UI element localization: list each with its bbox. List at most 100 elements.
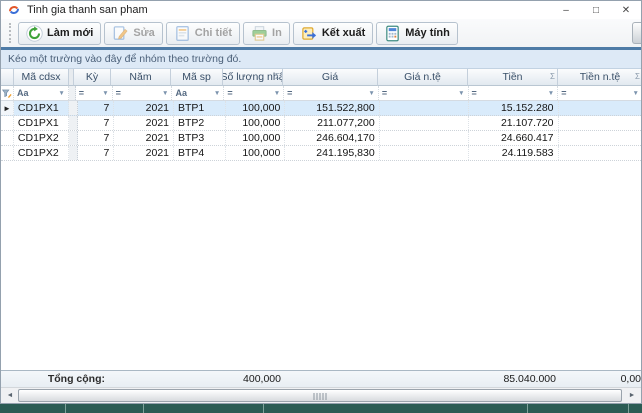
table-row[interactable]: CD1PX1 7 2021 BTP2 100,000 211.077,200 2…	[1, 116, 642, 131]
cell-tien-nte[interactable]	[559, 101, 642, 115]
cell-ky[interactable]: 7	[78, 116, 115, 130]
cell-gia[interactable]: 241.195,830	[285, 146, 379, 160]
filter-cell-so-luong[interactable]: = ▼	[224, 86, 284, 100]
cell-ma-sp[interactable]: BTP3	[174, 131, 226, 145]
column-header-nam[interactable]: Năm	[111, 69, 171, 86]
cell-so-luong[interactable]: 100,000	[226, 146, 286, 160]
print-button-label: In	[272, 27, 282, 39]
table-row[interactable]: CD1PX2 7 2021 BTP4 100,000 241.195,830 2…	[1, 146, 642, 161]
filter-operator-icon[interactable]: Aa	[17, 88, 29, 98]
maximize-icon[interactable]: □	[581, 1, 611, 19]
cell-ma-cdsx[interactable]: CD1PX1	[14, 101, 69, 115]
filter-operator-icon[interactable]: =	[561, 88, 566, 98]
refresh-button-label: Làm mới	[47, 27, 93, 39]
filter-dropdown-icon[interactable]: ▼	[548, 90, 554, 97]
filter-cell-ma-cdsx[interactable]: Aa ▼	[14, 86, 69, 100]
filter-operator-icon[interactable]: Aa	[175, 88, 187, 98]
close-icon[interactable]: ✕	[611, 1, 641, 19]
cell-tien[interactable]: 24.119.583	[469, 146, 558, 160]
cell-ky[interactable]: 7	[78, 146, 115, 160]
cell-nam[interactable]: 2021	[114, 116, 174, 130]
filter-operator-icon[interactable]: =	[227, 88, 232, 98]
summary-footer: Tổng cộng: 400,000 85.040.000 0,00	[1, 370, 642, 387]
filter-dropdown-icon[interactable]: ▼	[162, 90, 168, 97]
cell-tien[interactable]: 24.660.417	[469, 131, 558, 145]
toolbar-overflow-handle[interactable]	[632, 22, 641, 44]
filter-dropdown-icon[interactable]: ▼	[458, 90, 464, 97]
cell-nam[interactable]: 2021	[114, 146, 174, 160]
cell-gia-nte[interactable]	[380, 116, 469, 130]
filter-operator-icon[interactable]: =	[472, 88, 477, 98]
cell-gia[interactable]: 211.077,200	[285, 116, 379, 130]
table-row[interactable]: CD1PX2 7 2021 BTP3 100,000 246.604,170 2…	[1, 131, 642, 146]
table-row[interactable]: ► CD1PX1 7 2021 BTP1 100,000 151.522,800…	[1, 101, 642, 116]
column-header-so-luong[interactable]: Số lượng nhậ Σ	[223, 69, 283, 86]
detail-button[interactable]: Chi tiết	[166, 22, 240, 45]
filter-cell-nam[interactable]: = ▼	[113, 86, 173, 100]
cell-ky[interactable]: 7	[78, 131, 115, 145]
column-header-gia[interactable]: Giá	[283, 69, 378, 86]
export-button[interactable]: Kết xuất	[293, 22, 373, 45]
cell-tien-nte[interactable]	[559, 146, 642, 160]
cell-tien[interactable]: 15.152.280	[469, 101, 558, 115]
filter-cell-gia-nte[interactable]: = ▼	[379, 86, 469, 100]
total-label: Tổng cộng:	[1, 371, 111, 387]
filter-dropdown-icon[interactable]: ▼	[102, 90, 108, 97]
filter-row-indicator[interactable]	[1, 86, 14, 100]
scrollbar-thumb[interactable]	[18, 389, 622, 402]
filter-cell-ky[interactable]: = ▼	[76, 86, 113, 100]
horizontal-scrollbar[interactable]: ◄ ►	[1, 387, 641, 403]
cell-tien[interactable]: 21.107.720	[469, 116, 558, 130]
scroll-right-icon[interactable]: ►	[624, 389, 640, 402]
filter-dropdown-icon[interactable]: ▼	[214, 90, 220, 97]
column-header-ma-sp[interactable]: Mã sp	[171, 69, 223, 86]
cell-nam[interactable]: 2021	[114, 101, 174, 115]
filter-operator-icon[interactable]: =	[382, 88, 387, 98]
cell-nam[interactable]: 2021	[114, 131, 174, 145]
filter-operator-icon[interactable]: =	[287, 88, 292, 98]
calculator-button[interactable]: Máy tính	[376, 22, 458, 45]
filter-cell-ma-sp[interactable]: Aa ▼	[172, 86, 224, 100]
filter-cell-tien-nte[interactable]: = ▼	[558, 86, 642, 100]
filter-dropdown-icon[interactable]: ▼	[633, 90, 639, 97]
column-header-tien[interactable]: Tiền Σ	[468, 69, 558, 86]
cell-ma-sp[interactable]: BTP1	[174, 101, 226, 115]
print-button[interactable]: In	[243, 22, 290, 45]
cell-ma-cdsx[interactable]: CD1PX1	[14, 116, 69, 130]
cell-ma-sp[interactable]: BTP4	[174, 146, 226, 160]
filter-operator-icon[interactable]: =	[79, 88, 84, 98]
cell-gia-nte[interactable]	[380, 146, 469, 160]
column-header-gia-nte[interactable]: Giá n.tệ	[378, 69, 468, 86]
cell-ma-cdsx[interactable]: CD1PX2	[14, 146, 69, 160]
cell-gia-nte[interactable]	[380, 101, 469, 115]
cell-gia[interactable]: 151.522,800	[285, 101, 379, 115]
cell-so-luong[interactable]: 100,000	[226, 131, 286, 145]
filter-cell-gia[interactable]: = ▼	[284, 86, 379, 100]
column-header-tien-nte[interactable]: Tiền n.tệ Σ	[558, 69, 642, 86]
edit-button[interactable]: Sửa	[104, 22, 162, 45]
filter-dropdown-icon[interactable]: ▼	[368, 90, 374, 97]
column-header-ma-cdsx[interactable]: Mã cdsx	[14, 69, 69, 86]
column-header-ky[interactable]: Kỳ	[74, 69, 111, 86]
toolbar-grip[interactable]	[9, 23, 12, 43]
column-header-so-luong-label: Số lượng nhậ	[223, 71, 283, 83]
cell-gia[interactable]: 246.604,170	[285, 131, 379, 145]
refresh-button[interactable]: Làm mới	[18, 22, 101, 45]
cell-ky[interactable]: 7	[78, 101, 115, 115]
cell-so-luong[interactable]: 100,000	[226, 116, 286, 130]
cell-tien-nte[interactable]	[559, 116, 642, 130]
cell-ma-sp[interactable]: BTP2	[174, 116, 226, 130]
filter-dropdown-icon[interactable]: ▼	[58, 90, 64, 97]
desktop-background: Tinh gia thanh san pham – □ ✕ Làm mới	[0, 0, 642, 413]
cell-ma-cdsx[interactable]: CD1PX2	[14, 131, 69, 145]
filter-operator-icon[interactable]: =	[116, 88, 121, 98]
group-by-panel[interactable]: Kéo một trường vào đây để nhóm theo trườ…	[1, 50, 641, 69]
filter-cell-tien[interactable]: = ▼	[469, 86, 559, 100]
cell-gia-nte[interactable]	[380, 131, 469, 145]
cell-tien-nte[interactable]	[559, 131, 642, 145]
scroll-left-icon[interactable]: ◄	[2, 389, 18, 402]
minimize-icon[interactable]: –	[551, 1, 581, 19]
window-title: Tinh gia thanh san pham	[27, 4, 148, 16]
filter-dropdown-icon[interactable]: ▼	[274, 90, 280, 97]
cell-so-luong[interactable]: 100,000	[226, 101, 286, 115]
